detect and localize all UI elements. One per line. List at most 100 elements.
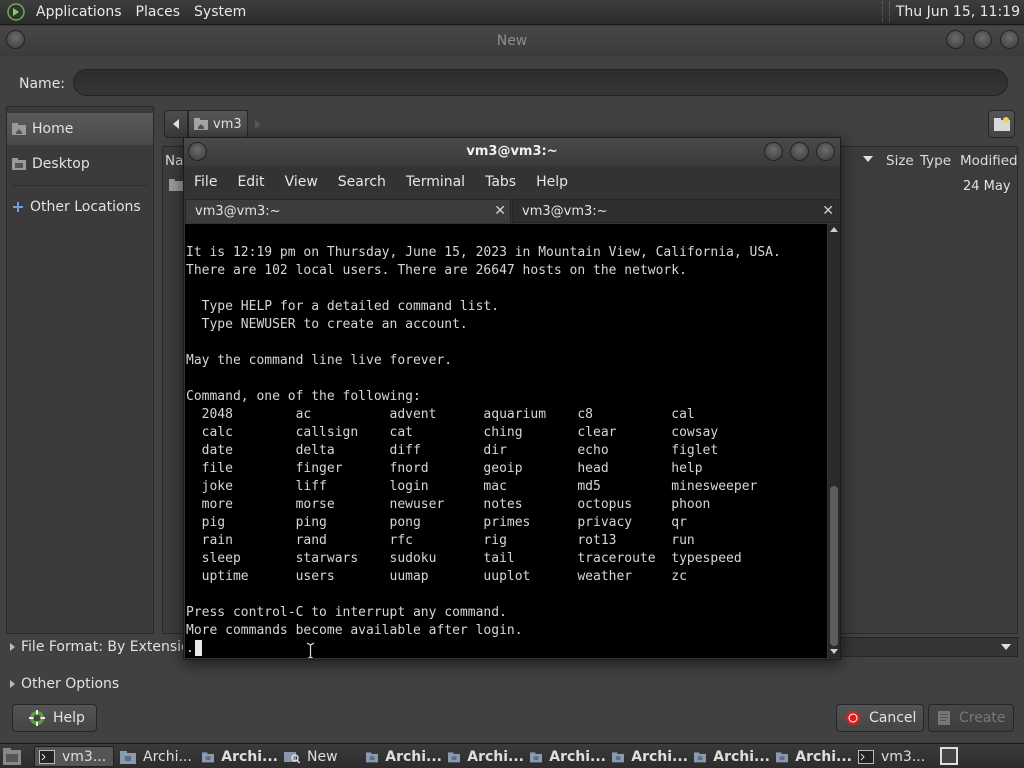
sidebar-item-label: Desktop <box>32 156 90 172</box>
menu-edit[interactable]: Edit <box>227 174 274 190</box>
panel-separator <box>881 2 890 22</box>
scroll-down-arrow-icon[interactable] <box>830 649 838 654</box>
taskbar: vm3... Archi... Archi... New Archi... Archi..… <box>0 743 1024 768</box>
taskbar-button[interactable]: New <box>284 746 360 767</box>
terminal-tab-1[interactable]: vm3@vm3:~ ✕ <box>185 199 511 223</box>
column-header-size[interactable]: Size <box>886 153 914 169</box>
document-icon <box>938 711 950 725</box>
places-menu[interactable]: Places <box>129 4 188 20</box>
sort-arrow-icon[interactable] <box>863 156 873 162</box>
tab-label: vm3@vm3:~ <box>522 203 608 219</box>
chevron-down-icon <box>1001 644 1011 650</box>
show-desktop-icon[interactable] <box>2 747 22 766</box>
help-button-label: Help <box>53 710 85 726</box>
file-format-expander[interactable]: File Format: By Extension <box>0 639 198 655</box>
help-lifebuoy-icon <box>29 710 45 726</box>
distro-logo-icon[interactable] <box>7 3 25 21</box>
menu-help[interactable]: Help <box>526 174 578 190</box>
archive-folder-icon <box>612 751 625 762</box>
create-button-label: Create <box>959 710 1006 726</box>
taskbar-button[interactable]: Archi... <box>776 746 852 767</box>
taskbar-button[interactable]: Archi... <box>612 746 688 767</box>
taskbar-button-label: Archi... <box>143 748 192 765</box>
menu-file[interactable]: File <box>184 174 227 190</box>
top-panel: Applications Places System Thu Jun 15, 1… <box>0 0 1024 25</box>
tab-close-icon[interactable]: ✕ <box>822 203 834 219</box>
folder-icon <box>169 179 183 191</box>
taskbar-button-label: Archi... <box>631 748 688 765</box>
scroll-up-arrow-icon[interactable] <box>830 227 838 232</box>
minimize-button[interactable] <box>946 30 965 49</box>
menu-search[interactable]: Search <box>328 174 396 190</box>
name-input[interactable] <box>73 69 1008 96</box>
cancel-button[interactable]: Cancel <box>836 704 924 732</box>
close-button[interactable] <box>1000 30 1019 49</box>
taskbar-button[interactable]: Archi... <box>202 746 278 767</box>
sidebar-item-desktop[interactable]: Desktop <box>7 148 153 180</box>
system-menu[interactable]: System <box>187 4 253 20</box>
dialog-titlebar[interactable]: New <box>0 26 1024 56</box>
sidebar-divider <box>11 185 149 186</box>
create-button[interactable]: Create <box>928 704 1014 732</box>
file-format-combo[interactable] <box>838 637 1018 657</box>
taskbar-button[interactable]: Archi... <box>694 746 770 767</box>
sidebar-item-label: Other Locations <box>30 199 141 215</box>
path-crumb-home[interactable]: vm3 <box>188 110 248 138</box>
taskbar-button[interactable]: Archi... <box>530 746 606 767</box>
other-options-expander[interactable]: Other Options <box>0 676 119 692</box>
path-forward-button[interactable] <box>248 110 266 138</box>
home-folder-icon <box>12 123 26 135</box>
expander-arrow-icon <box>10 680 15 688</box>
column-header-name[interactable]: Na <box>165 153 183 169</box>
taskbar-button[interactable]: Archi... <box>120 746 196 767</box>
path-crumb-label: vm3 <box>213 116 242 132</box>
expander-arrow-icon <box>10 643 15 651</box>
workspace-switcher[interactable] <box>940 747 958 765</box>
applications-menu[interactable]: Applications <box>29 4 129 20</box>
column-header-type[interactable]: Type <box>920 153 951 169</box>
menu-terminal[interactable]: Terminal <box>396 174 475 190</box>
scrollbar-thumb[interactable] <box>830 486 838 646</box>
taskbar-button-label: Archi... <box>467 748 524 765</box>
archive-folder-icon <box>530 751 543 762</box>
terminal-output[interactable]: It is 12:19 pm on Thursday, June 15, 202… <box>185 224 827 658</box>
terminal-titlebar[interactable]: vm3@vm3:~ <box>184 138 840 166</box>
close-button[interactable] <box>816 142 835 161</box>
menu-view[interactable]: View <box>275 174 328 190</box>
tab-close-icon[interactable]: ✕ <box>494 203 506 219</box>
name-label: Name: <box>19 76 66 92</box>
new-folder-icon <box>993 117 1010 131</box>
taskbar-button-label: Archi... <box>713 748 770 765</box>
sidebar-item-home[interactable]: Home <box>7 113 153 145</box>
terminal-tab-2[interactable]: vm3@vm3:~ ✕ <box>512 199 839 223</box>
column-header-modified[interactable]: Modified <box>960 153 1018 169</box>
help-button[interactable]: Help <box>12 704 97 732</box>
maximize-button[interactable] <box>790 142 809 161</box>
taskbar-button-label: vm3... <box>62 748 107 765</box>
taskbar-button[interactable]: Archi... <box>366 746 442 767</box>
taskbar-button[interactable]: Archi... <box>448 746 524 767</box>
clock[interactable]: Thu Jun 15, 11:19 <box>896 4 1020 20</box>
menu-tabs[interactable]: Tabs <box>475 174 526 190</box>
create-folder-button[interactable] <box>988 110 1015 138</box>
taskbar-button-label: New <box>307 748 338 765</box>
tab-label: vm3@vm3:~ <box>195 204 281 219</box>
maximize-button[interactable] <box>973 30 992 49</box>
terminal-title: vm3@vm3:~ <box>466 144 558 159</box>
home-folder-icon <box>194 118 208 130</box>
taskbar-button[interactable]: vm3... <box>858 746 934 767</box>
path-back-button[interactable] <box>164 110 188 138</box>
archive-folder-icon <box>776 751 789 762</box>
sidebar-item-other-locations[interactable]: Other Locations <box>7 191 153 223</box>
archive-folder-icon <box>202 751 215 762</box>
archive-folder-icon <box>120 750 136 764</box>
taskbar-button[interactable]: vm3... <box>34 746 114 767</box>
terminal-scrollbar[interactable] <box>828 224 840 658</box>
taskbar-button-label: vm3... <box>881 748 926 765</box>
dialog-title: New <box>496 33 528 49</box>
minimize-button[interactable] <box>764 142 783 161</box>
terminal-icon <box>39 749 55 764</box>
terminal-window: vm3@vm3:~ File Edit View Search Terminal… <box>183 137 841 660</box>
taskbar-button-label: Archi... <box>385 748 442 765</box>
terminal-menubar: File Edit View Search Terminal Tabs Help <box>184 170 840 194</box>
